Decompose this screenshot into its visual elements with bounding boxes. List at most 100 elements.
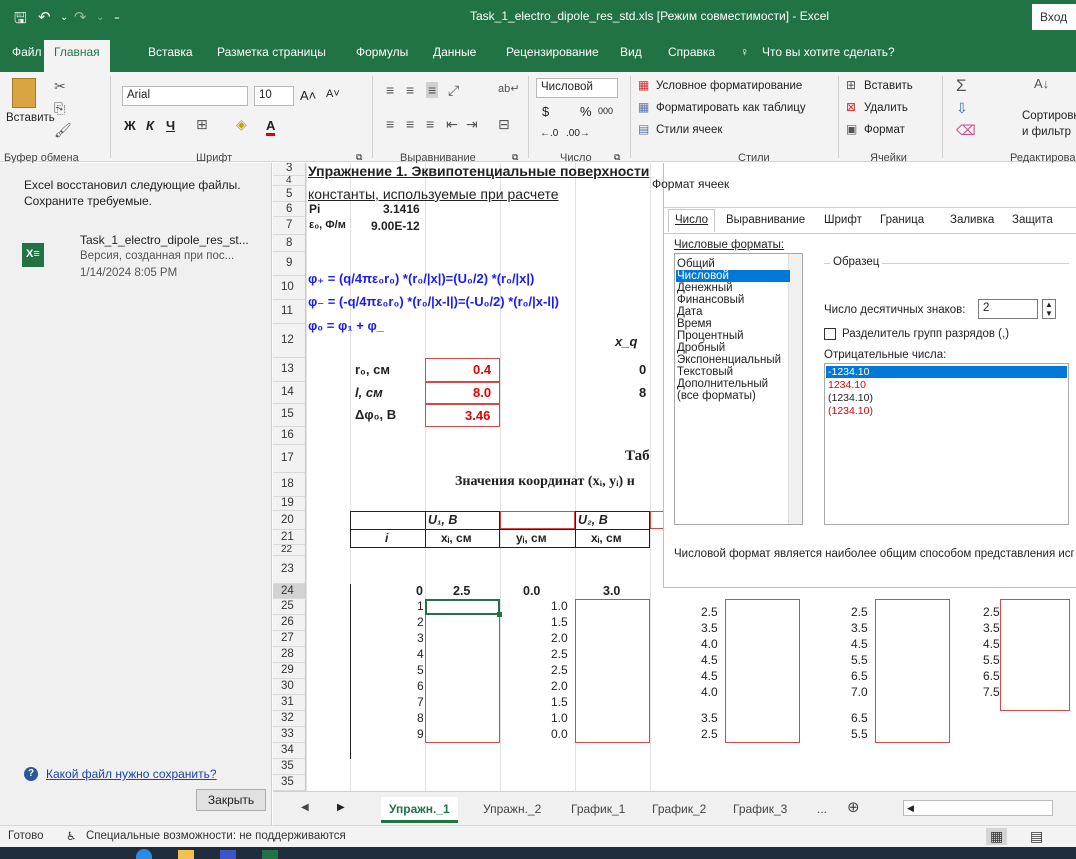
dialog-tab-number[interactable]: Число — [668, 209, 716, 232]
font-name-input[interactable]: Arial — [122, 86, 248, 106]
shrink-font-icon[interactable]: A˅ — [326, 88, 340, 100]
row-header[interactable]: 34 — [273, 743, 306, 759]
format-option[interactable]: Общий — [677, 258, 715, 270]
format-option[interactable]: Дробный — [677, 342, 725, 354]
negative-option-selected[interactable]: -1234.10 — [826, 366, 1067, 378]
cell-styles-button[interactable]: Стили ячеек — [656, 124, 722, 136]
more-sheets-button[interactable]: ... — [817, 802, 827, 816]
tab-data[interactable]: Данные — [433, 45, 476, 59]
decimals-input[interactable]: 2 — [978, 299, 1038, 319]
dialog-tab-protection[interactable]: Защита — [1012, 214, 1053, 226]
row-header[interactable]: 33 — [273, 727, 306, 743]
row-header[interactable]: 22 — [273, 545, 306, 556]
row-header[interactable]: 25 — [273, 599, 306, 615]
explorer-icon[interactable] — [178, 850, 194, 859]
sign-in-button[interactable]: Вход — [1032, 4, 1076, 30]
col-g-input-cells[interactable] — [725, 599, 800, 743]
increase-decimal-icon[interactable]: ←.0 — [540, 128, 558, 139]
copy-icon[interactable]: ⎘ — [54, 100, 65, 117]
row-header[interactable]: 8 — [273, 235, 306, 252]
fill-icon[interactable]: ⇩ — [956, 100, 968, 117]
conditional-format-button[interactable]: Условное форматирование — [656, 80, 802, 92]
decrease-decimal-icon[interactable]: .00→ — [566, 128, 590, 139]
decrease-indent-icon[interactable]: ⇤ — [446, 116, 458, 133]
excel-taskbar-icon[interactable] — [262, 850, 278, 859]
dialog-tab-border[interactable]: Граница — [880, 214, 924, 226]
fill-color-icon[interactable]: ◈ — [236, 116, 247, 133]
x-input-cells[interactable] — [425, 615, 500, 743]
number-format-select[interactable]: Числовой — [536, 78, 618, 98]
font-size-input[interactable]: 10 — [254, 86, 294, 106]
row-header[interactable]: 23 — [273, 556, 306, 584]
row-header[interactable]: 32 — [273, 711, 306, 727]
help-link[interactable]: Какой файл нужно сохранить? — [46, 767, 217, 781]
row-header[interactable]: 26 — [273, 615, 306, 631]
alignment-dialog-launcher-icon[interactable]: ⧉ — [512, 152, 518, 163]
format-option[interactable]: Процентный — [677, 330, 744, 342]
row-header[interactable]: 6 — [273, 202, 306, 217]
increase-indent-icon[interactable]: ⇥ — [466, 116, 478, 133]
underline-button[interactable]: Ч — [166, 118, 175, 133]
row-header[interactable]: 16 — [273, 427, 306, 445]
scroll-left-icon[interactable]: ◀ — [301, 802, 309, 813]
thousands-button[interactable]: 000 — [598, 106, 613, 116]
format-option[interactable]: Дополнительный — [677, 378, 768, 390]
sheet-tab[interactable]: График_3 — [733, 802, 787, 816]
scroll-right-icon[interactable]: ▶ — [337, 802, 345, 813]
u1-input-cell[interactable] — [500, 511, 575, 529]
tab-review[interactable]: Рецензирование — [506, 45, 599, 59]
page-layout-view-icon[interactable]: ▤ — [1030, 828, 1043, 845]
tab-home[interactable]: Главная — [44, 40, 110, 72]
align-bottom-icon[interactable]: ≡ — [426, 82, 439, 98]
format-option[interactable]: Время — [677, 318, 712, 330]
align-right-icon[interactable]: ≡ — [426, 116, 434, 132]
tab-view[interactable]: Вид — [620, 45, 642, 59]
undo-dropdown-icon[interactable]: ⌄ — [60, 12, 68, 23]
align-left-icon[interactable]: ≡ — [386, 116, 394, 132]
tab-page-layout[interactable]: Разметка страницы — [217, 45, 326, 59]
font-dialog-launcher-icon[interactable]: ⧉ — [356, 152, 362, 163]
row-header[interactable]: 9 — [273, 252, 306, 276]
format-option[interactable]: Экспоненциальный — [677, 354, 781, 366]
sheet-tab[interactable]: График_1 — [571, 802, 625, 816]
sheet-tab[interactable]: График_2 — [652, 802, 706, 816]
negative-option[interactable]: (1234.10) — [828, 405, 873, 417]
wrap-text-icon[interactable]: ab↵ — [498, 82, 519, 95]
x2-input-cells[interactable] — [575, 599, 650, 743]
col-k-input-cells[interactable] — [1000, 599, 1070, 711]
row-header[interactable]: 12 — [273, 324, 306, 358]
tab-insert[interactable]: Вставка — [148, 45, 193, 59]
row-header[interactable]: 21 — [273, 530, 306, 545]
normal-view-icon[interactable]: ▦ — [986, 828, 1008, 845]
format-cells-button[interactable]: Формат — [864, 124, 905, 136]
tab-help[interactable]: Справка — [668, 45, 715, 59]
accessibility-status[interactable]: Специальные возможности: не поддерживают… — [86, 830, 346, 842]
save-icon[interactable]: 🖫 — [14, 8, 27, 33]
row-header[interactable]: 10 — [273, 276, 306, 300]
delete-cells-button[interactable]: Удалить — [864, 102, 908, 114]
row-header[interactable]: 13 — [273, 358, 306, 382]
row-header[interactable]: 14 — [273, 382, 306, 404]
redo-icon[interactable]: ↷ — [74, 8, 87, 26]
negative-option[interactable]: (1234.10) — [828, 392, 873, 404]
decimals-spinner[interactable]: ▲ ▼ — [1042, 299, 1056, 319]
grow-font-icon[interactable]: A˄ — [300, 88, 316, 103]
fill-handle[interactable] — [497, 612, 502, 617]
col-i-input-cells[interactable] — [875, 599, 950, 743]
dialog-tab-fill[interactable]: Заливка — [950, 214, 994, 226]
redo-dropdown-icon[interactable]: ⌄ — [96, 12, 104, 23]
row-header[interactable]: 19 — [273, 497, 306, 511]
negative-numbers-list[interactable]: -1234.10 1234.10 (1234.10) (1234.10) — [824, 363, 1069, 525]
separator-checkbox[interactable] — [824, 328, 836, 340]
sheet-tab[interactable]: Упражн._2 — [483, 802, 541, 816]
clear-icon[interactable]: ⌫ — [956, 122, 976, 139]
recovered-file-item[interactable]: X≡ Task_1_electro_dipole_res_st... Верси… — [14, 229, 264, 289]
dialog-tab-alignment[interactable]: Выравнивание — [726, 214, 805, 226]
format-as-table-button[interactable]: Форматировать как таблицу — [656, 102, 806, 114]
row-header[interactable]: 7 — [273, 217, 306, 235]
format-option[interactable]: Дата — [677, 306, 702, 318]
undo-icon[interactable]: ↶ — [38, 8, 51, 26]
borders-icon[interactable]: ⊞ — [196, 116, 208, 133]
edge-icon[interactable] — [136, 849, 152, 859]
orientation-icon[interactable]: ⤢ — [448, 82, 459, 99]
